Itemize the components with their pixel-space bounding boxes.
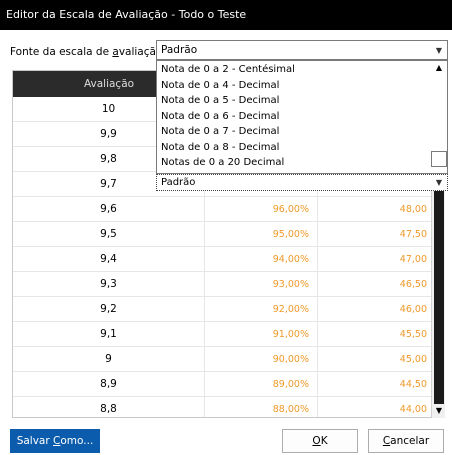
grade-cell[interactable]: 9,5 <box>13 222 205 246</box>
scroll-up-icon[interactable]: ▲ <box>431 63 447 72</box>
scale-source-value: Padrão <box>161 44 198 56</box>
dropdown-item[interactable]: Nota de 0 a 7 - Decimal <box>161 125 279 139</box>
table-row[interactable]: 9,1 91,00% 45,50 <box>13 322 443 347</box>
grade-cell[interactable]: 8,8 <box>13 397 205 417</box>
grade-cell[interactable]: 9,6 <box>13 197 205 221</box>
scale-dropdown-list[interactable]: Nota de 0 a 2 - Centésimal Nota de 0 a 4 … <box>156 60 448 174</box>
button-text-end: ancelar <box>390 435 430 447</box>
percent-cell[interactable]: 93,00% <box>205 272 318 296</box>
percent-cell[interactable]: 95,00% <box>205 222 318 246</box>
label-text: Fonte da escala de <box>10 46 113 58</box>
chevron-down-icon[interactable]: ▼ <box>431 175 447 190</box>
dropdown-scrollbar[interactable]: ▲ <box>431 61 447 173</box>
button-text-end: K <box>320 435 328 447</box>
score-cell[interactable]: 46,00 <box>318 297 433 321</box>
dropdown-item[interactable]: Nota de 0 a 4 - Decimal <box>161 79 279 93</box>
score-cell[interactable]: 44,50 <box>318 372 433 396</box>
checkbox-square[interactable] <box>431 151 447 167</box>
score-cell[interactable]: 46,50 <box>318 272 433 296</box>
button-mnemonic: O <box>312 435 321 447</box>
table-row[interactable]: 9 90,00% 45,00 <box>13 347 443 372</box>
dropdown-item[interactable]: Nota de 0 a 6 - Decimal <box>161 110 279 124</box>
save-as-button[interactable]: Salvar Como... <box>10 429 100 453</box>
cell-scale-value: Padrão <box>161 177 196 188</box>
table-vertical-scrollbar[interactable]: ▼ <box>431 175 445 418</box>
score-cell[interactable]: 48,00 <box>318 197 433 221</box>
score-cell[interactable]: 45,00 <box>318 347 433 371</box>
percent-cell[interactable]: 92,00% <box>205 297 318 321</box>
scale-source-label: Fonte da escala de avaliação: <box>10 46 166 58</box>
grade-cell[interactable]: 9,1 <box>13 322 205 346</box>
percent-cell[interactable]: 94,00% <box>205 247 318 271</box>
cell-scale-combo[interactable]: Padrão ▼ <box>156 174 448 191</box>
table-row[interactable]: 8,9 89,00% 44,50 <box>13 372 443 397</box>
percent-cell[interactable]: 89,00% <box>205 372 318 396</box>
table-row[interactable]: 8,8 88,00% 44,00 <box>13 397 443 417</box>
scale-source-combo[interactable]: Padrão ▼ <box>156 40 448 60</box>
window-title: Editor da Escala de Avaliação - Todo o T… <box>6 8 247 21</box>
percent-cell[interactable]: 96,00% <box>205 197 318 221</box>
title-bar: Editor da Escala de Avaliação - Todo o T… <box>0 0 452 30</box>
percent-cell[interactable]: 90,00% <box>205 347 318 371</box>
table-row[interactable]: 9,6 96,00% 48,00 <box>13 197 443 222</box>
table-row[interactable]: 9,5 95,00% 47,50 <box>13 222 443 247</box>
button-text-end: omo... <box>60 435 94 447</box>
score-cell[interactable]: 44,00 <box>318 397 433 417</box>
grade-cell[interactable]: 9,2 <box>13 297 205 321</box>
percent-cell[interactable]: 91,00% <box>205 322 318 346</box>
button-text: Salvar <box>16 435 54 447</box>
cancel-button[interactable]: Cancelar <box>368 429 444 453</box>
dropdown-item[interactable]: Nota de 0 a 5 - Decimal <box>161 94 279 108</box>
grade-cell[interactable]: 9,3 <box>13 272 205 296</box>
score-cell[interactable]: 47,00 <box>318 247 433 271</box>
score-cell[interactable]: 47,50 <box>318 222 433 246</box>
percent-cell[interactable]: 88,00% <box>205 397 318 417</box>
score-cell[interactable]: 45,50 <box>318 322 433 346</box>
dropdown-item[interactable]: Notas de 0 a 20 Decimal <box>161 156 284 170</box>
scrollbar-thumb[interactable] <box>434 178 444 404</box>
ok-button[interactable]: OK <box>282 429 358 453</box>
chevron-down-icon[interactable]: ▼ <box>431 41 447 59</box>
grade-cell[interactable]: 9,4 <box>13 247 205 271</box>
grade-cell[interactable]: 9 <box>13 347 205 371</box>
grade-cell[interactable]: 8,9 <box>13 372 205 396</box>
dropdown-item[interactable]: Nota de 0 a 8 - Decimal <box>161 141 279 155</box>
table-row[interactable]: 9,4 94,00% 47,00 <box>13 247 443 272</box>
table-row[interactable]: 9,2 92,00% 46,00 <box>13 297 443 322</box>
table-row[interactable]: 9,3 93,00% 46,50 <box>13 272 443 297</box>
dropdown-item[interactable]: Nota de 0 a 2 - Centésimal <box>161 63 295 77</box>
scroll-down-icon[interactable]: ▼ <box>432 404 446 418</box>
